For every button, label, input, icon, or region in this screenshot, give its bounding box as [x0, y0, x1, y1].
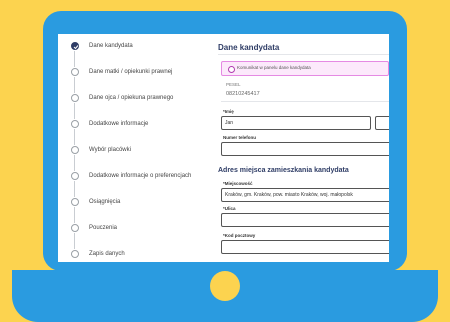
postal-code-label: *Kod pocztowy — [223, 233, 256, 238]
step-label: Dane ojca / opiekuna prawnego — [89, 95, 174, 101]
divider — [218, 54, 389, 55]
circle-icon — [71, 250, 79, 258]
circle-icon — [71, 120, 79, 128]
step-label: Dane kandydata — [89, 43, 133, 49]
circle-icon — [71, 198, 79, 206]
phone-field[interactable] — [221, 142, 389, 156]
pesel-value: 08210245417 — [226, 91, 260, 97]
circle-icon — [71, 172, 79, 180]
step-label: Osiągnięcia — [89, 199, 121, 205]
laptop-notch — [210, 271, 240, 301]
candidate-form: Dane kandydata Komunikat w panelu dane k… — [213, 34, 389, 262]
step-item[interactable]: Zapis danych — [58, 247, 210, 261]
step-label: Dodatkowe informacje — [89, 121, 149, 127]
circle-icon — [71, 68, 79, 76]
step-label: Wybór placówki — [89, 147, 131, 153]
step-label: Zapis danych — [89, 251, 125, 257]
postal-code-field[interactable] — [221, 240, 389, 254]
street-label: *Ulica — [223, 206, 236, 211]
step-item[interactable]: Dane ojca / opiekuna prawnego — [58, 91, 210, 105]
step-item[interactable]: Wybór placówki — [58, 143, 210, 157]
circle-icon — [71, 94, 79, 102]
step-label: Dodatkowe informacje o preferencjach — [89, 173, 192, 179]
street-field[interactable] — [221, 213, 389, 227]
info-alert: Komunikat w panelu dane kandydata — [221, 61, 389, 76]
step-item[interactable]: Dodatkowe informacje o preferencjach — [58, 169, 210, 183]
pesel-label: PESEL — [226, 82, 241, 87]
page-title: Dane kandydata — [218, 43, 280, 52]
screen: Dane kandydata Dane matki / opiekunki pra… — [58, 34, 389, 262]
alert-text: Komunikat w panelu dane kandydata — [237, 65, 311, 70]
step-label: Dane matki / opiekunki prawnej — [89, 69, 173, 75]
first-name-value: Jan — [225, 120, 234, 126]
circle-icon — [71, 146, 79, 154]
circle-icon — [71, 224, 79, 232]
first-name-label: *Imię — [223, 109, 234, 114]
city-value: Kraków, gm. Kraków, pow. miasto Kraków, … — [225, 192, 353, 198]
alert-icon — [228, 66, 235, 73]
second-name-field[interactable] — [375, 116, 389, 130]
step-item[interactable]: Dodatkowe informacje — [58, 117, 210, 131]
stepper-sidebar: Dane kandydata Dane matki / opiekunki pra… — [58, 34, 210, 262]
step-item[interactable]: Dane matki / opiekunki prawnej — [58, 65, 210, 79]
address-section-title: Adres miejsca zamieszkania kandydata — [218, 167, 349, 174]
step-item[interactable]: Pouczenia — [58, 221, 210, 235]
step-label: Pouczenia — [89, 225, 118, 231]
step-item[interactable]: Dane kandydata — [58, 39, 210, 53]
pesel-underline — [221, 101, 389, 102]
city-label: *Miejscowość — [223, 181, 253, 186]
phone-label: Numer telefonu — [223, 135, 257, 140]
city-field[interactable]: Kraków, gm. Kraków, pow. miasto Kraków, … — [221, 188, 389, 202]
first-name-field[interactable]: Jan — [221, 116, 371, 130]
step-item[interactable]: Osiągnięcia — [58, 195, 210, 209]
check-circle-icon — [71, 42, 79, 50]
